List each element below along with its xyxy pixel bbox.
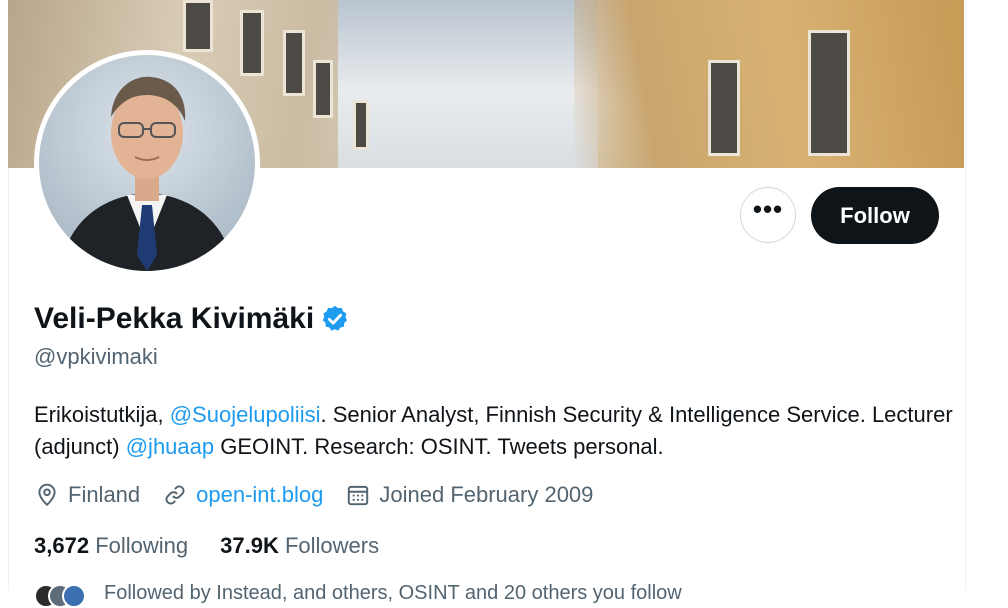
join-date-text: Joined February 2009	[379, 482, 594, 507]
banner-sky	[338, 0, 598, 168]
banner-window	[313, 60, 333, 118]
banner-window	[353, 100, 369, 150]
followers-count: 37.9K	[220, 533, 279, 558]
verified-badge-icon[interactable]	[320, 304, 350, 334]
banner-window	[183, 0, 213, 52]
calendar-icon	[348, 485, 369, 506]
bio-mention-link[interactable]: @jhuaap	[126, 434, 214, 459]
banner-window	[283, 30, 305, 96]
following-count: 3,672	[34, 533, 90, 558]
followed-by-text: Followed by Instead, and others, OSINT a…	[104, 582, 682, 604]
followers-link[interactable]: 37.9K Followers	[220, 533, 379, 559]
profile-meta: Finland open-int.blog Joined February 20…	[34, 482, 615, 508]
followed-by[interactable]: Followed by Instead, and others, OSINT a…	[34, 582, 682, 608]
follow-button[interactable]: Follow	[811, 187, 939, 244]
join-date: Joined February 2009	[345, 482, 593, 508]
location-text: Finland	[68, 482, 141, 507]
website[interactable]: open-int.blog	[162, 482, 323, 508]
website-link[interactable]: open-int.blog	[196, 482, 323, 508]
banner-window	[808, 30, 850, 156]
followed-by-avatars	[34, 583, 94, 608]
banner-window	[240, 10, 264, 76]
location-pin-icon	[38, 483, 56, 507]
more-icon: •••	[752, 194, 784, 224]
profile-bio: Erikoistutkija, @Suojelupoliisi. Senior …	[34, 399, 954, 463]
bio-mention-link[interactable]: @Suojelupoliisi	[170, 402, 321, 427]
following-label: Following	[95, 533, 189, 558]
avatar-frame[interactable]	[34, 50, 260, 276]
banner-building-right	[574, 0, 964, 168]
bio-text: GEOINT. Research: OSINT. Tweets personal…	[214, 434, 664, 459]
mini-avatar	[62, 583, 86, 608]
display-name: Veli-Pekka Kivimäki	[34, 302, 315, 335]
following-link[interactable]: 3,672 Following	[34, 533, 188, 559]
link-icon	[165, 485, 185, 505]
name-row: Veli-Pekka Kivimäki	[34, 302, 350, 336]
banner-window	[708, 60, 740, 156]
location: Finland	[34, 482, 140, 508]
user-handle: @vpkivimaki	[34, 344, 158, 369]
followers-label: Followers	[284, 533, 380, 558]
bio-text: Erikoistutkija,	[34, 402, 170, 427]
follow-stats: 3,672 Following 37.9K Followers	[34, 533, 411, 559]
avatar-portrait-icon	[59, 76, 235, 271]
more-options-button[interactable]: •••	[740, 187, 796, 243]
avatar[interactable]	[39, 55, 255, 271]
